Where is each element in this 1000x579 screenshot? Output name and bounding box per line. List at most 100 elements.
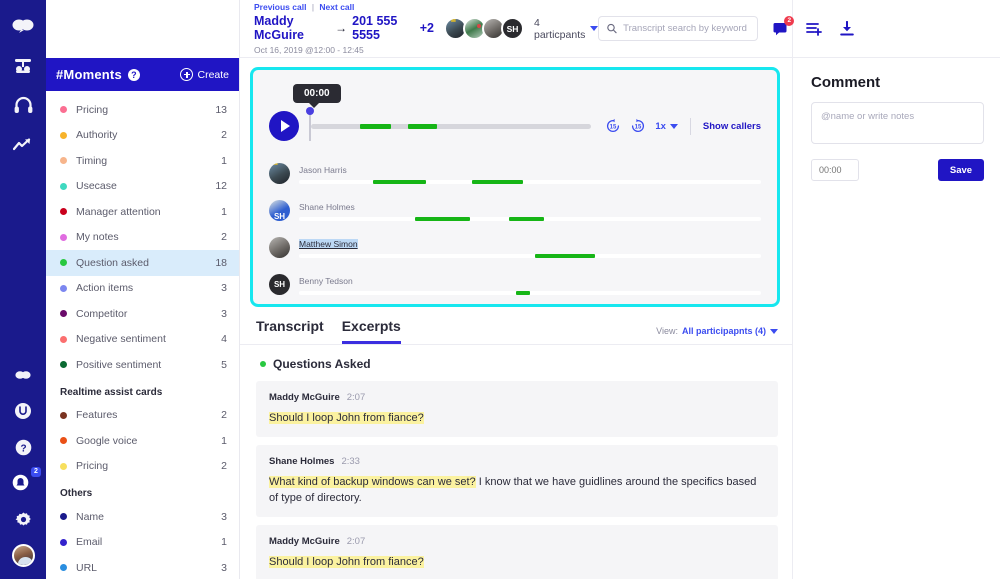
excerpt-card[interactable]: Shane Holmes 2:33 What kind of backup wind…	[256, 445, 778, 517]
excerpt-speaker: Shane Holmes	[269, 456, 335, 467]
next-call-link[interactable]: Next call	[319, 2, 354, 12]
group-header-others: Others	[60, 488, 93, 499]
call-navigation: Previous call | Next call	[254, 2, 434, 12]
view-value[interactable]: All participapnts (4)	[682, 326, 766, 336]
moment-item-timing[interactable]: Timing 1	[46, 148, 239, 174]
svg-text:?: ?	[20, 443, 26, 454]
moments-help-icon[interactable]: ?	[127, 68, 140, 81]
speaker-avatar[interactable]: SH	[269, 200, 290, 221]
participants-dropdown[interactable]: 4 particpants	[534, 17, 599, 41]
speaker-segment[interactable]	[534, 254, 595, 258]
show-callers-link[interactable]: Show callers	[703, 121, 761, 132]
moment-color-dot	[60, 284, 67, 292]
playback-speed-dropdown[interactable]: 1x	[655, 121, 678, 132]
moment-item-positive-sentiment[interactable]: Positive sentiment 5	[46, 352, 239, 378]
moment-item-question-asked[interactable]: Question asked 18	[46, 250, 239, 276]
moment-count: 2	[221, 409, 227, 422]
speaker-name[interactable]: Shane Holmes	[299, 202, 355, 212]
moment-item-pricing[interactable]: Pricing 13	[46, 97, 239, 123]
excerpt-card[interactable]: Maddy McGuire 2:07 Should I loop John from…	[256, 381, 778, 437]
call-date: Oct 16, 2019 @12:00 - 12:45	[254, 45, 364, 55]
moment-count: 13	[215, 103, 227, 116]
speaker-name[interactable]: Matthew Simon	[299, 239, 358, 249]
moment-item-negative-sentiment[interactable]: Negative sentiment 4	[46, 327, 239, 353]
create-moment-button[interactable]: Create	[180, 68, 229, 81]
save-comment-button[interactable]: Save	[938, 159, 984, 181]
excerpt-speaker: Maddy McGuire	[269, 536, 340, 547]
moment-item-google-voice[interactable]: Google voice 1	[46, 428, 239, 454]
excerpts-section-header: Questions Asked	[256, 345, 778, 381]
master-track-segment[interactable]	[407, 124, 438, 129]
speaker-track[interactable]	[299, 180, 761, 184]
play-icon	[281, 120, 290, 132]
moment-item-manager-attention[interactable]: Manager attention 1	[46, 199, 239, 225]
current-user-avatar[interactable]	[11, 544, 35, 567]
speaker-track[interactable]	[299, 254, 761, 258]
notifications-icon[interactable]: 2	[12, 467, 41, 494]
excerpt-card[interactable]: Maddy McGuire 2:07 Should I loop John from…	[256, 525, 778, 579]
moment-item-my-notes[interactable]: My notes 2	[46, 225, 239, 251]
headphones-icon[interactable]	[12, 94, 34, 116]
speaker-name[interactable]: Jason Harris	[299, 165, 347, 175]
arrow-icon: →	[335, 21, 348, 35]
participant-avatars: SH	[444, 17, 524, 40]
user-circle-icon[interactable]	[12, 400, 34, 422]
logo-icon[interactable]	[12, 14, 34, 36]
comment-panel: Comment Save	[792, 0, 1000, 579]
transcript-search[interactable]	[598, 16, 759, 41]
comment-input[interactable]	[811, 102, 984, 144]
excerpt-time: 2:33	[341, 456, 360, 467]
call-meta: Previous call | Next call Maddy McGuire …	[254, 2, 434, 55]
search-input[interactable]	[623, 23, 750, 34]
master-track-segment[interactable]	[360, 124, 391, 129]
excerpts-panel[interactable]: Questions Asked Maddy McGuire 2:07 Should …	[240, 345, 792, 579]
playhead-knob[interactable]	[306, 107, 314, 115]
analytics-icon[interactable]	[12, 134, 34, 156]
moment-item-url[interactable]: URL 3	[46, 555, 239, 579]
chevron-down-icon[interactable]	[770, 328, 778, 334]
caller-name[interactable]: Maddy McGuire	[254, 14, 330, 42]
skip-back-15-icon[interactable]: 15	[605, 118, 621, 134]
moment-item-usecase[interactable]: Usecase 12	[46, 174, 239, 200]
moment-item-pricing[interactable]: Pricing 2	[46, 454, 239, 480]
speaker-track[interactable]	[299, 291, 761, 295]
speaker-segment[interactable]	[516, 291, 530, 295]
brand-mark-icon[interactable]	[12, 364, 34, 386]
moment-label: Authority	[76, 129, 118, 142]
speaker-segment[interactable]	[372, 180, 427, 184]
tab-transcript[interactable]: Transcript	[256, 318, 324, 344]
meetings-icon[interactable]	[12, 54, 34, 76]
moment-item-action-items[interactable]: Action items 3	[46, 276, 239, 302]
settings-icon[interactable]	[12, 508, 34, 530]
moment-color-dot	[60, 208, 67, 216]
speaker-track[interactable]	[299, 217, 761, 221]
comment-timestamp-input[interactable]	[811, 159, 859, 181]
speaker-avatar[interactable]	[269, 237, 290, 258]
left-icon-rail: ? 2	[0, 0, 46, 579]
participant-avatar-4[interactable]: SH	[501, 17, 524, 40]
moment-item-features[interactable]: Features 2	[46, 403, 239, 429]
moment-label: Email	[76, 536, 103, 549]
help-icon[interactable]: ?	[12, 436, 34, 458]
excerpt-meta: Shane Holmes 2:33	[269, 456, 765, 467]
master-track[interactable]	[311, 124, 592, 129]
previous-call-link[interactable]: Previous call	[254, 2, 306, 12]
moment-item-email[interactable]: Email 1	[46, 530, 239, 556]
speaker-segment[interactable]	[472, 180, 524, 184]
moment-label: Usecase	[76, 180, 117, 193]
moment-item-competitor[interactable]: Competitor 3	[46, 301, 239, 327]
speaker-name[interactable]: Benny Tedson	[299, 276, 353, 286]
master-track-area[interactable]	[306, 107, 592, 141]
download-icon[interactable]	[837, 19, 857, 39]
speaker-avatar[interactable]: SH	[269, 274, 290, 295]
speaker-segment[interactable]	[509, 217, 544, 221]
comments-icon[interactable]: 2	[771, 15, 795, 39]
skip-forward-15-icon[interactable]: 15	[630, 118, 646, 134]
tab-excerpts[interactable]: Excerpts	[341, 318, 401, 344]
speaker-avatar[interactable]	[269, 163, 290, 184]
play-button[interactable]	[269, 111, 299, 141]
moment-item-name[interactable]: Name 3	[46, 504, 239, 530]
speaker-segment[interactable]	[414, 217, 470, 221]
moment-item-authority[interactable]: Authority 2	[46, 123, 239, 149]
add-to-list-icon[interactable]	[804, 19, 824, 39]
